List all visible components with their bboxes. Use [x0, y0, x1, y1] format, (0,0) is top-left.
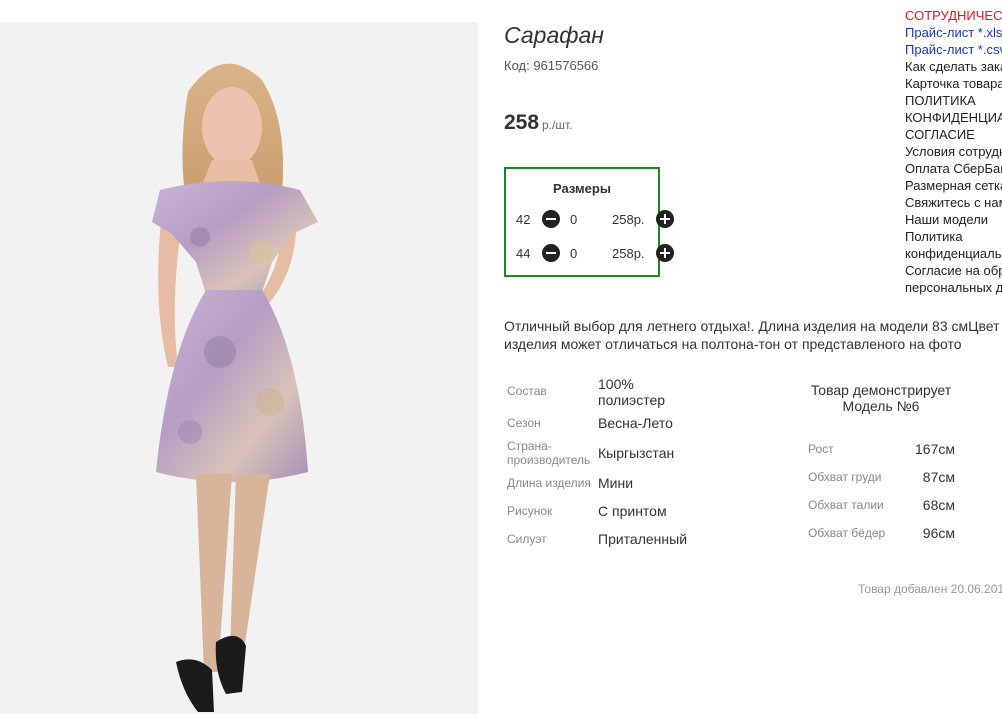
plus-circle-icon	[656, 244, 674, 262]
link-how-to-order[interactable]: Как сделать заказ	[905, 58, 1002, 75]
sizes-box: Размеры 42 0 258р. 44 0 258р.	[504, 167, 674, 277]
quantity-value: 0	[570, 246, 578, 261]
product-photo[interactable]	[0, 22, 478, 714]
link-terms[interactable]: Условия сотрудничества	[905, 143, 1002, 160]
link-data-consent-2[interactable]: персональных данных	[905, 279, 1002, 296]
size-label: 42	[516, 212, 531, 227]
description-line: Отличный выбор для летнего отдыха!. Длин…	[504, 318, 1000, 334]
side-links: СОТРУДНИЧЕСТВО Прайс-лист *.xls Прайс-ли…	[905, 7, 1002, 296]
link-privacy-1[interactable]: Политика	[905, 228, 1002, 245]
link-our-models[interactable]: Наши модели	[905, 211, 1002, 228]
increase-quantity-button[interactable]	[586, 210, 674, 231]
price-unit: р./шт.	[542, 118, 573, 132]
product-title: Сарафан	[504, 22, 604, 48]
attr-value-length: Мини	[598, 475, 634, 491]
model-value-height: 167см	[915, 441, 955, 457]
link-payment[interactable]: Оплата СберБанк	[905, 160, 1002, 177]
sizes-header: Размеры	[553, 181, 611, 196]
model-label-hips: Обхват бёдер	[808, 526, 886, 540]
product-code: Код: 961576566	[504, 58, 599, 73]
link-size-chart[interactable]: Размерная сетка	[905, 177, 1002, 194]
link-consent[interactable]: СОГЛАСИЕ	[905, 126, 1002, 143]
minus-circle-icon	[542, 210, 560, 228]
plus-circle-icon	[656, 210, 674, 228]
attr-label-composition: Состав	[507, 384, 547, 398]
attr-value-silhouette: Приталенный	[598, 531, 688, 547]
link-price-xls[interactable]: Прайс-лист *.xls	[905, 24, 1002, 41]
link-data-consent-1[interactable]: Согласие на обработку	[905, 262, 1002, 279]
model-value-hips: 96см	[922, 525, 955, 541]
price-value: 258	[504, 111, 540, 134]
size-label: 44	[516, 246, 531, 261]
minus-circle-icon	[542, 244, 560, 262]
date-added: Товар добавлен 20.06.2019	[858, 582, 1002, 596]
model-label-bust: Обхват груди	[808, 470, 882, 484]
quantity-value: 0	[570, 212, 578, 227]
link-product-card[interactable]: Карточка товара	[905, 75, 1002, 92]
link-privacy-2[interactable]: конфиденциальности	[905, 245, 1002, 262]
dress-model-image	[0, 22, 478, 714]
attr-value-composition: 100% полиэстер	[598, 376, 666, 408]
link-cooperation[interactable]: СОТРУДНИЧЕСТВО	[905, 7, 1002, 24]
description-line: изделия может отличаться на полтона-тон …	[504, 336, 962, 352]
model-header: Товар демонстрирует Модель №6	[810, 382, 952, 414]
product-description: Отличный выбор для летнего отдыха!. Длин…	[504, 317, 1002, 353]
link-price-csv[interactable]: Прайс-лист *.csv	[905, 41, 1002, 58]
link-contact[interactable]: Свяжитесь с нами	[905, 194, 1002, 211]
attr-label-length: Длина изделия	[507, 476, 591, 490]
decrease-quantity-button[interactable]	[542, 210, 560, 231]
attr-label-silhouette: Силуэт	[507, 532, 547, 546]
link-policy-2[interactable]: КОНФИДЕНЦИАЛЬНОСТИ	[905, 109, 1002, 126]
size-price: 258р.	[612, 212, 645, 227]
attr-value-season: Весна-Лето	[598, 415, 673, 431]
increase-quantity-button[interactable]	[586, 244, 674, 265]
model-label-waist: Обхват талии	[808, 498, 884, 512]
link-policy-1[interactable]: ПОЛИТИКА	[905, 92, 1002, 109]
size-price: 258р.	[612, 246, 645, 261]
attr-value-country: Кыргызстан	[598, 445, 675, 461]
model-label-height: Рост	[808, 442, 834, 456]
model-value-bust: 87см	[922, 469, 955, 485]
attr-label-pattern: Рисунок	[507, 504, 553, 518]
decrease-quantity-button[interactable]	[542, 244, 560, 265]
attr-label-season: Сезон	[507, 416, 541, 430]
model-value-waist: 68см	[922, 497, 955, 513]
product-price: 258 р./шт.	[504, 111, 573, 135]
attr-label-country: Страна-производитель	[507, 439, 591, 467]
attr-value-pattern: С принтом	[598, 503, 667, 519]
